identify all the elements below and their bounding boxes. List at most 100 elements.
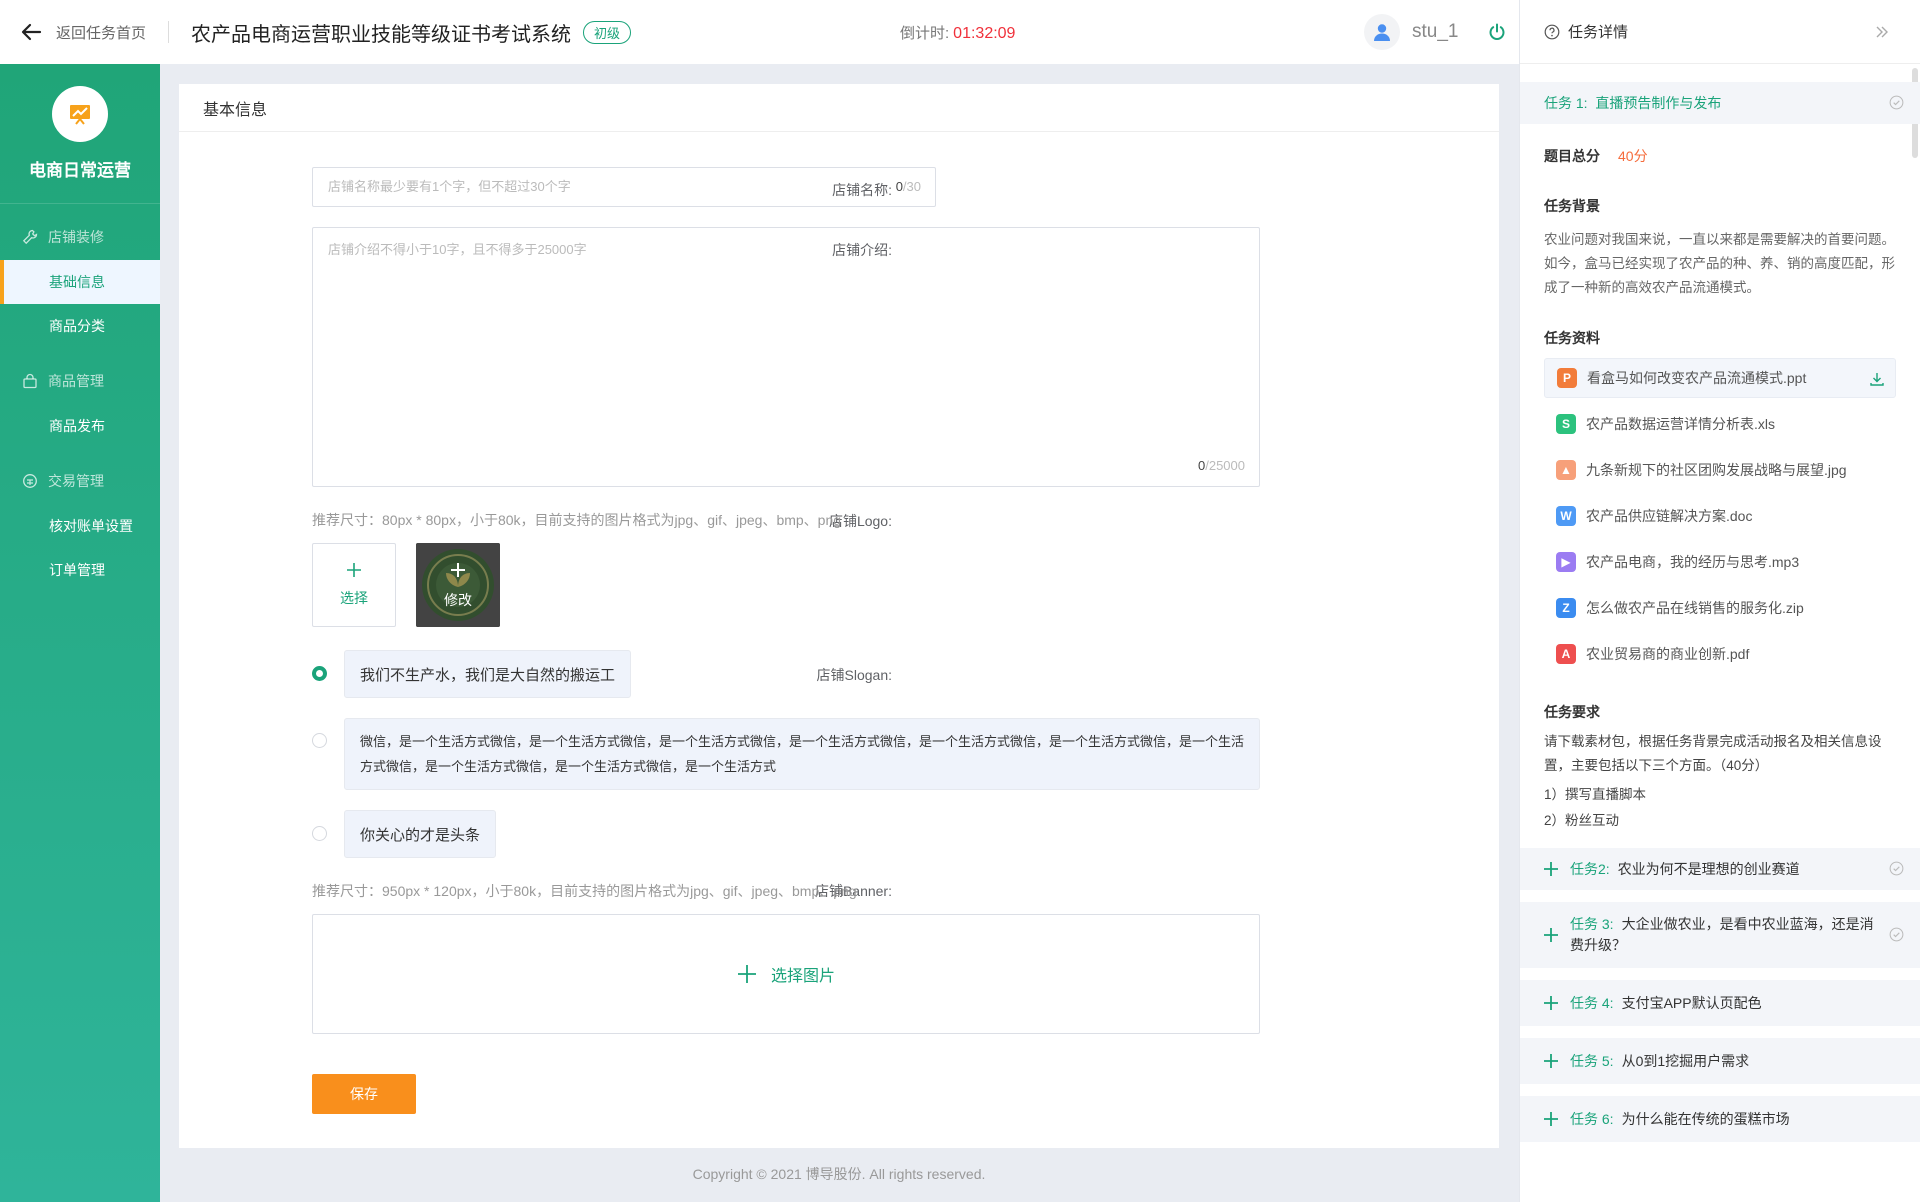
shop-intro-textarea[interactable]: 店铺介绍不得小于10字，且不得多于25000字 0/25000 <box>312 227 1260 487</box>
sidebar-item-category[interactable]: 商品分类 <box>0 304 160 348</box>
countdown: 倒计时: 01:32:09 <box>900 22 1015 43</box>
task-item-3[interactable]: 任务 3: 大企业做农业，是看中农业蓝海，还是消费升级？ <box>1520 902 1920 968</box>
timer-value: 01:32:09 <box>953 25 1016 42</box>
slogan-radio-3[interactable] <box>312 826 327 841</box>
top-bar: 返回任务首页 农产品电商运营职业技能等级证书考试系统 初级 倒计时: 01:32:… <box>0 0 1519 64</box>
file-name: 农产品电商，我的经历与思考.mp3 <box>1586 554 1800 570</box>
logo-modify-label: 修改 <box>444 592 472 608</box>
avatar[interactable] <box>1364 14 1400 50</box>
username: stu_1 <box>1412 21 1459 42</box>
image-icon: ▲ <box>1556 460 1576 480</box>
task-number: 任务 4: <box>1570 995 1614 1011</box>
logo-thumbnail[interactable]: 修改 <box>416 543 500 627</box>
task-item-6[interactable]: 任务 6: 为什么能在传统的蛋糕市场 <box>1520 1096 1920 1142</box>
requirements-list: 1）撰写直播脚本 2）粉丝互动 <box>1520 778 1920 834</box>
task-item-4[interactable]: 任务 4: 支付宝APP默认页配色 <box>1520 980 1920 1026</box>
divider <box>168 21 170 43</box>
pdf-icon: A <box>1556 644 1576 664</box>
arrow-left-icon <box>21 23 42 41</box>
slogan-radio-1[interactable] <box>312 666 327 681</box>
file-name: 九条新规下的社区团购发展战略与展望.jpg <box>1586 462 1847 478</box>
file-name: 农产品供应链解决方案.doc <box>1586 508 1753 524</box>
file-item-mp3[interactable]: ▶ 农产品电商，我的经历与思考.mp3 <box>1544 542 1896 582</box>
file-name: 农产品数据运营详情分析表.xls <box>1586 416 1775 432</box>
task-number: 任务2: <box>1570 861 1610 877</box>
sidebar-group-products[interactable]: 商品管理 <box>0 358 160 404</box>
score-value: 40分 <box>1618 148 1648 164</box>
file-item-doc[interactable]: W 农产品供应链解决方案.doc <box>1544 496 1896 536</box>
plus-icon <box>1544 996 1558 1010</box>
materials-title: 任务资料 <box>1544 330 1600 346</box>
doc-icon: W <box>1556 506 1576 526</box>
requirement-item: 1）撰写直播脚本 <box>1544 787 1647 802</box>
file-item-pdf[interactable]: A 农业贸易商的商业创新.pdf <box>1544 634 1896 674</box>
emblem-image <box>416 543 500 627</box>
task-title: 直播预告制作与发布 <box>1595 95 1722 111</box>
double-chevron-right-icon <box>1876 26 1888 38</box>
task-title: 支付宝APP默认页配色 <box>1621 995 1762 1011</box>
plus-icon <box>1544 862 1558 876</box>
shop-name-placeholder: 店铺名称最少要有1个字，但不超过30个字 <box>328 179 571 194</box>
wrench-icon <box>22 229 38 245</box>
sidebar-group-label: 店铺装修 <box>48 229 104 245</box>
ppt-icon: P <box>1557 368 1577 388</box>
save-button[interactable]: 保存 <box>312 1074 416 1114</box>
task-title: 大企业做农业，是看中农业蓝海，还是消费升级？ <box>1570 916 1874 953</box>
back-label: 返回任务首页 <box>56 24 147 42</box>
task-item-5[interactable]: 任务 5: 从0到1挖掘用户需求 <box>1520 1038 1920 1084</box>
material-files: P 看盒马如何改变农产品流通模式.ppt S 农产品数据运营详情分析表.xls ▲ 九… <box>1520 358 1920 674</box>
sidebar-item-basic-info[interactable]: 基础信息 <box>0 260 160 304</box>
requirements-text: 请下载素材包，根据任务背景完成活动报名及相关信息设置，主要包括以下三个方面。（4… <box>1544 734 1882 773</box>
slogan-radio-2[interactable] <box>312 733 327 748</box>
page-title: 农产品电商运营职业技能等级证书考试系统 <box>191 23 572 46</box>
file-item-zip[interactable]: Z 怎么做农产品在线销售的服务化.zip <box>1544 588 1896 628</box>
requirements-title: 任务要求 <box>1544 704 1600 720</box>
score-label: 题目总分 <box>1544 148 1600 164</box>
sidebar-group-trade[interactable]: 交易管理 <box>0 458 160 504</box>
file-item-ppt[interactable]: P 看盒马如何改变农产品流通模式.ppt <box>1544 358 1896 398</box>
task-title: 农业为何不是理想的创业赛道 <box>1617 861 1800 877</box>
plus-icon <box>737 965 756 983</box>
task-number: 任务 1: <box>1544 95 1588 111</box>
shop-name-input[interactable]: 店铺名称最少要有1个字，但不超过30个字 0/30 <box>312 167 936 207</box>
logout-button[interactable] <box>1488 23 1506 41</box>
sidebar-item-orders[interactable]: 订单管理 <box>0 548 160 592</box>
slogan-option-2[interactable]: 微信，是一个生活方式微信，是一个生活方式微信，是一个生活方式微信，是一个生活方式… <box>344 718 1260 790</box>
sidebar-group-decoration[interactable]: 店铺装修 <box>0 214 160 260</box>
sidebar-brand-name: 电商日常运营 <box>29 161 131 180</box>
sidebar: 电商日常运营 店铺装修 基础信息 商品分类 商品管理 商品发布 交易管理 核对账… <box>0 64 160 1202</box>
shop-intro-placeholder: 店铺介绍不得小于10字，且不得多于25000字 <box>328 242 587 257</box>
sidebar-item-publish[interactable]: 商品发布 <box>0 404 160 448</box>
counter-value: 0 <box>895 179 903 194</box>
question-circle-icon <box>1544 24 1560 39</box>
task-title: 为什么能在传统的蛋糕市场 <box>1621 1111 1790 1127</box>
file-item-jpg[interactable]: ▲ 九条新规下的社区团购发展战略与展望.jpg <box>1544 450 1896 490</box>
collapse-panel-button[interactable] <box>1874 24 1898 40</box>
zip-icon: Z <box>1556 598 1576 618</box>
file-item-xls[interactable]: S 农产品数据运营详情分析表.xls <box>1544 404 1896 444</box>
copyright: Copyright © 2021 博导股份. All rights reserv… <box>692 1166 986 1182</box>
timer-label: 倒计时: <box>900 25 950 42</box>
task-item-2[interactable]: 任务2: 农业为何不是理想的创业赛道 <box>1520 848 1920 890</box>
total-score: 题目总分 40分 <box>1520 124 1920 166</box>
slogan-label: 店铺Slogan: <box>816 667 892 683</box>
file-name: 怎么做农产品在线销售的服务化.zip <box>1586 600 1804 616</box>
sidebar-item-bill-settings[interactable]: 核对账单设置 <box>0 504 160 548</box>
background-title: 任务背景 <box>1544 198 1600 214</box>
current-task[interactable]: 任务 1: 直播预告制作与发布 <box>1520 82 1920 124</box>
panel-title: 任务详情 <box>1568 24 1629 41</box>
download-icon[interactable] <box>1869 371 1885 387</box>
level-badge: 初级 <box>583 20 632 44</box>
task-number: 任务 5: <box>1570 1053 1614 1069</box>
bag-icon <box>23 373 37 389</box>
check-circle-icon <box>1889 927 1904 942</box>
banner-select-button[interactable]: 选择图片 <box>312 914 1260 1034</box>
back-to-tasks-button[interactable]: 返回任务首页 <box>0 0 146 64</box>
slogan-option-1[interactable]: 我们不生产水，我们是大自然的搬运工 <box>344 650 632 698</box>
file-name: 看盒马如何改变农产品流通模式.ppt <box>1587 370 1807 386</box>
slogan-option-3[interactable]: 你关心的才是头条 <box>344 810 497 858</box>
counter-max: /25000 <box>1205 458 1245 473</box>
check-circle-icon <box>1889 861 1904 876</box>
power-icon <box>1489 23 1505 40</box>
logo-select-button[interactable]: 选择 <box>312 543 396 627</box>
